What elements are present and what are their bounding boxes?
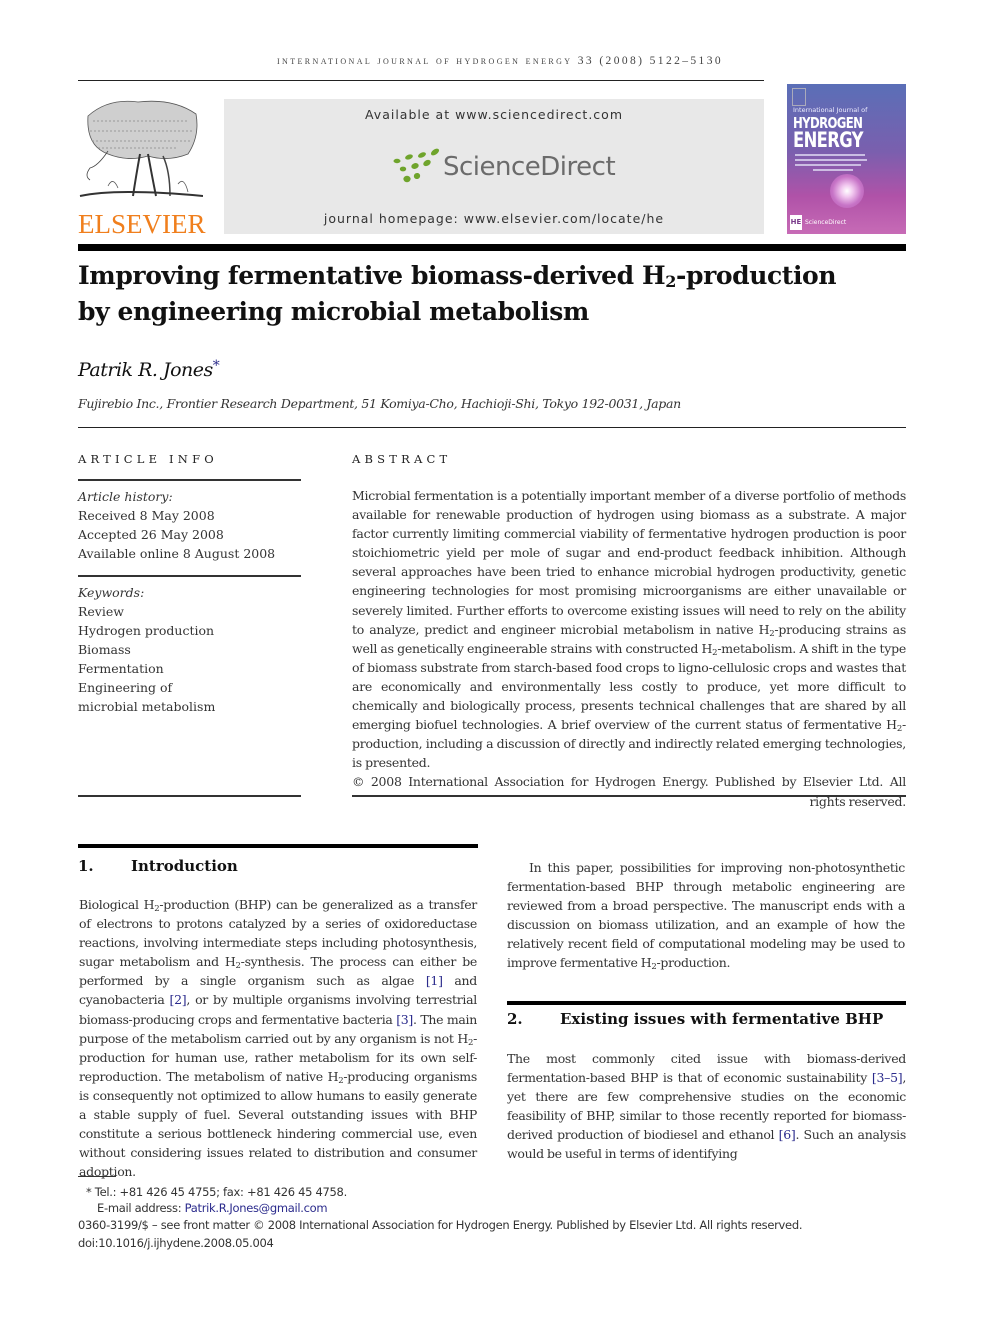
section-1-heading: 1. Introduction (78, 857, 238, 875)
issues-paragraph-1: The most commonly cited issue with bioma… (507, 1051, 906, 1162)
author-name: Patrik R. Jones* (78, 358, 220, 381)
cover-badge: HE (790, 215, 802, 230)
author-affiliation: Fujirebio Inc., Frontier Research Depart… (78, 396, 681, 411)
elsevier-wordmark: ELSEVIER (78, 209, 206, 239)
article-info-rule (78, 479, 301, 481)
elsevier-tree-icon (79, 100, 204, 197)
masthead-rule (78, 244, 906, 251)
article-info-heading: ARTICLE INFO (78, 452, 218, 466)
reference-link[interactable]: [3] (396, 1012, 413, 1027)
abstract-rule (352, 795, 906, 797)
sciencedirect-logo[interactable]: ScienceDirect (389, 147, 616, 187)
abstract-copyright: © 2008 International Association for Hyd… (352, 774, 906, 809)
reference-link[interactable]: [3–5] (872, 1070, 903, 1085)
cover-editor-line (813, 169, 853, 171)
keywords-list: Keywords: Review Hydrogen production Bio… (78, 583, 301, 716)
cover-sciencedirect-logo: ScienceDirect (805, 219, 847, 226)
footnote-rule (78, 1176, 116, 1177)
history-label: Article history: (78, 489, 173, 504)
accepted-date: Accepted 26 May 2008 (78, 527, 224, 542)
abstract-heading: ABSTRACT (352, 452, 452, 466)
reference-link[interactable]: [2] (170, 992, 187, 1007)
received-date: Received 8 May 2008 (78, 508, 215, 523)
cover-editor-line (795, 164, 861, 166)
front-matter-notice: 0360-3199/$ – see front matter © 2008 In… (78, 1218, 803, 1232)
intro-paragraph-1: Biological H2-production (BHP) can be ge… (79, 897, 478, 1180)
journal-cover-image[interactable]: International Journal of HYDROGEN ENERGY… (787, 84, 906, 234)
cover-editor-line (795, 154, 865, 156)
cover-title-line2: ENERGY (793, 128, 864, 152)
keyword-item: Engineering of (78, 680, 173, 695)
sciencedirect-banner: Available at www.sciencedirect.com Scien… (224, 99, 764, 234)
cover-publisher-mark (792, 88, 806, 106)
elsevier-logo[interactable]: ELSEVIER (78, 96, 206, 239)
keywords-label: Keywords: (78, 585, 145, 600)
reference-link[interactable]: [1] (426, 973, 443, 988)
keyword-item: microbial metabolism (78, 699, 216, 714)
running-header: International Journal of Hydrogen Energy… (276, 55, 724, 67)
sciencedirect-dots-icon (393, 148, 440, 183)
available-at-link[interactable]: Available at www.sciencedirect.com (224, 107, 764, 122)
sciencedirect-wordmark: ScienceDirect (443, 152, 616, 182)
abstract-body: Microbial fermentation is a potentially … (352, 486, 906, 811)
online-date: Available online 8 August 2008 (78, 546, 276, 561)
doi[interactable]: doi:10.1016/j.ijhydene.2008.05.004 (78, 1236, 274, 1250)
header-rule (78, 80, 764, 81)
keyword-item: Biomass (78, 642, 131, 657)
author-footnote-mark[interactable]: * (213, 358, 220, 374)
keyword-item: Review (78, 604, 124, 619)
article-history: Article history: Received 8 May 2008 Acc… (78, 487, 301, 563)
journal-homepage-link[interactable]: journal homepage: www.elsevier.com/locat… (224, 211, 764, 226)
affiliation-rule (78, 427, 906, 428)
article-info-bottom-rule (78, 795, 301, 797)
keyword-item: Fermentation (78, 661, 164, 676)
reference-link[interactable]: [6] (779, 1127, 796, 1142)
intro-paragraph-2: In this paper, possibilities for improvi… (507, 860, 905, 973)
email-link[interactable]: Patrik.R.Jones@gmail.com (185, 1201, 328, 1215)
section-2-rule (507, 1001, 906, 1005)
keyword-item: Hydrogen production (78, 623, 215, 638)
cover-subtitle: International Journal of (793, 106, 868, 114)
article-title: Improving fermentative biomass-derived H… (78, 261, 837, 326)
footnote-contact: * Tel.: +81 426 45 4755; fax: +81 426 45… (86, 1185, 347, 1199)
cover-orb-graphic (830, 174, 864, 208)
keywords-rule (78, 575, 301, 577)
footnote-email: E-mail address: Patrik.R.Jones@gmail.com (97, 1201, 328, 1215)
section-2-heading: 2. Existing issues with fermentative BHP (507, 1010, 884, 1028)
cover-editor-line (795, 159, 867, 161)
section-1-rule (78, 844, 478, 848)
